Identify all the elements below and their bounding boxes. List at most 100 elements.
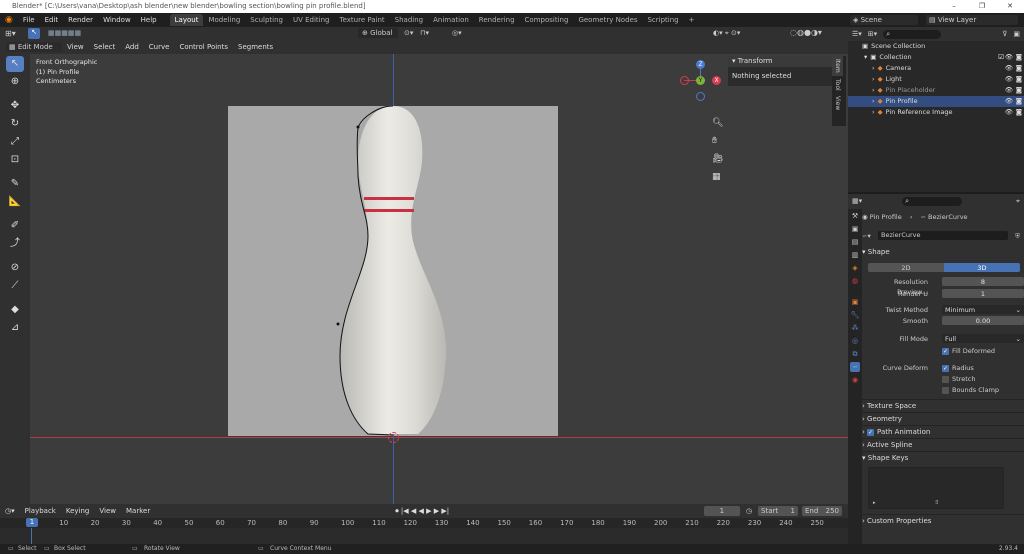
3d-viewport[interactable]: Front Orthographic (1) Pin Profile Centi… xyxy=(30,54,848,504)
playhead[interactable]: 1 xyxy=(26,518,38,527)
stretch-checkbox[interactable] xyxy=(942,375,949,383)
particles-tab-icon[interactable]: ⁂ xyxy=(850,323,860,333)
grid-icon[interactable]: ▦ xyxy=(712,172,724,184)
modifier-tab-icon[interactable]: 🔧︎ xyxy=(850,310,860,320)
eye-icon[interactable]: 👁︎ xyxy=(1005,85,1013,96)
view-layer-selector[interactable]: ▤ View Layer xyxy=(926,15,1018,25)
pan-hand-icon[interactable]: ✋︎ xyxy=(712,136,724,148)
annotate-tool-icon[interactable]: ✎ xyxy=(6,176,24,192)
eye-icon[interactable]: 👁︎ xyxy=(1005,63,1013,74)
extrude-tool-icon[interactable]: ⤴ xyxy=(6,236,24,252)
gizmo-neg-z[interactable] xyxy=(696,92,705,101)
camera-render-icon[interactable]: ◙ xyxy=(1016,85,1022,96)
shading-mode-icons[interactable]: ◌◍●◑▾ xyxy=(790,28,822,37)
measure-tool-icon[interactable]: 📐 xyxy=(6,194,24,210)
timeline-track[interactable] xyxy=(0,528,848,544)
radius-checkbox[interactable]: ✓ xyxy=(942,364,949,372)
gizmo-neg-x[interactable] xyxy=(680,76,689,85)
camera-view-icon[interactable]: 🎥︎ xyxy=(712,154,724,166)
view-layer-tab-icon[interactable]: ▥ xyxy=(850,250,860,260)
tab-sculpting[interactable]: Sculpting xyxy=(245,14,288,26)
eye-icon[interactable]: 👁︎ xyxy=(1005,96,1013,107)
fill-deformed-row[interactable]: ✓ Fill Deformed xyxy=(862,346,1024,356)
minimize-button[interactable]: – xyxy=(940,0,968,13)
camera-render-icon[interactable]: ◙ xyxy=(1016,74,1022,85)
datablock-icon[interactable]: ∽▾ xyxy=(862,232,871,240)
timeline-editor-icon[interactable]: ◷▾ xyxy=(0,504,20,518)
menu-help[interactable]: Help xyxy=(136,13,162,27)
eye-icon[interactable]: 👁︎ xyxy=(1005,52,1013,63)
select-mode-icons[interactable]: ▦▦▦▦▦ xyxy=(48,29,81,37)
checkbox-icon[interactable]: ☑ xyxy=(998,52,1004,63)
filter-icon[interactable]: ⊽ xyxy=(1002,30,1007,38)
start-frame-field[interactable]: Start 1 xyxy=(758,506,798,516)
physics-tab-icon[interactable]: ◎ xyxy=(850,336,860,346)
tab-rendering[interactable]: Rendering xyxy=(474,14,520,26)
tab-geometry-nodes[interactable]: Geometry Nodes xyxy=(573,14,642,26)
timeline-menu-view[interactable]: View xyxy=(94,504,121,518)
camera-render-icon[interactable]: ◙ xyxy=(1016,52,1022,63)
proportional-edit-icon[interactable]: ◎▾ xyxy=(452,29,462,37)
vp-menu-add[interactable]: Add xyxy=(120,40,144,54)
chevron-down-icon[interactable]: ▾ xyxy=(864,52,867,63)
outliner-item[interactable]: › ◆ Pin Placeholder 👁︎ ◙ xyxy=(848,85,1024,96)
props-search-field[interactable]: ⌕ xyxy=(902,196,963,206)
shape-keys-list[interactable]: ▸ ⠿ xyxy=(868,467,1004,509)
outliner-search-field[interactable]: ⌕ xyxy=(883,29,942,39)
list-resize-icon[interactable]: ▸ xyxy=(873,500,876,506)
zoom-icon[interactable]: 🔍︎ xyxy=(712,118,724,130)
outliner-editor-icon[interactable]: ☰▾ xyxy=(852,30,862,38)
new-collection-icon[interactable]: ▣ xyxy=(1013,30,1020,38)
viewport-options-icons[interactable]: ◐▾ ⌖ ⊙▾ xyxy=(713,29,740,38)
tool-tab-icon[interactable]: ⚒ xyxy=(850,211,860,221)
tab-layout[interactable]: Layout xyxy=(169,14,204,26)
outliner-item[interactable]: › ◆ Light 👁︎ ◙ xyxy=(848,74,1024,85)
orientation-dropdown[interactable]: ⊕ Global xyxy=(358,28,398,38)
cursor-tool-icon[interactable]: ⊕ xyxy=(6,74,24,90)
move-tool-icon[interactable]: ✥ xyxy=(6,98,24,114)
fill-deformed-checkbox[interactable]: ✓ xyxy=(942,347,949,355)
chevron-right-icon[interactable]: › xyxy=(872,85,875,96)
tab-scripting[interactable]: Scripting xyxy=(642,14,683,26)
menu-file[interactable]: File xyxy=(18,13,40,27)
editor-type-button[interactable]: ⊞▾ xyxy=(5,29,16,38)
display-mode-icon[interactable]: ⊞▾ xyxy=(868,30,877,38)
curve-data-tab-icon[interactable]: ∽ xyxy=(850,362,860,372)
timeline-menu-keying[interactable]: Keying xyxy=(61,504,95,518)
vp-menu-control-points[interactable]: Control Points xyxy=(174,40,233,54)
active-spline-panel[interactable]: › Active Spline xyxy=(862,438,1024,450)
custom-properties-panel[interactable]: › Custom Properties xyxy=(862,514,1024,526)
output-tab-icon[interactable]: ▤ xyxy=(850,237,860,247)
vp-menu-curve[interactable]: Curve xyxy=(144,40,175,54)
chevron-right-icon[interactable]: › xyxy=(872,74,875,85)
playback-controls[interactable]: ⏺ |◀ ◀ ◀ ▶ ▶ ▶| xyxy=(395,507,449,516)
vp-menu-segments[interactable]: Segments xyxy=(233,40,278,54)
camera-render-icon[interactable]: ◙ xyxy=(1016,96,1022,107)
outliner-item[interactable]: › ◆ Pin Profile 👁︎ ◙ xyxy=(848,96,1024,107)
randomize-tool-icon[interactable]: ◆ xyxy=(6,302,24,318)
rotate-tool-icon[interactable]: ↻ xyxy=(6,116,24,132)
chevron-right-icon[interactable]: › xyxy=(872,63,875,74)
chevron-right-icon[interactable]: › xyxy=(872,107,875,118)
tab-uv-editing[interactable]: UV Editing xyxy=(288,14,335,26)
tab-tool[interactable]: Tool xyxy=(832,76,843,94)
end-frame-field[interactable]: End 250 xyxy=(802,506,842,516)
tilt-tool-icon[interactable]: ⟋ xyxy=(6,278,24,294)
radius-tool-icon[interactable]: ⊘ xyxy=(6,260,24,276)
blender-logo-icon[interactable]: ◉ xyxy=(0,13,18,27)
material-tab-icon[interactable]: ◉ xyxy=(850,375,860,385)
render-tab-icon[interactable]: ▣ xyxy=(850,224,860,234)
scale-tool-icon[interactable]: ⤢ xyxy=(6,134,24,150)
dim-3d-button[interactable]: 3D xyxy=(944,263,1020,272)
gizmo-z[interactable]: Z xyxy=(696,60,705,69)
smooth-field[interactable]: 0.00 xyxy=(942,316,1024,325)
gizmo-y[interactable]: Y xyxy=(696,76,705,85)
tab-animation[interactable]: Animation xyxy=(428,14,474,26)
mode-dropdown[interactable]: ▦ Edit Mode xyxy=(6,42,62,52)
twist-method-dropdown[interactable]: Minimum ⌄ xyxy=(942,305,1024,314)
clock-icon[interactable]: ◷ xyxy=(746,507,752,515)
snap-icon[interactable]: ⊓▾ xyxy=(420,29,429,37)
tab-view[interactable]: View xyxy=(832,93,843,113)
navigation-gizmo[interactable]: Z Y X xyxy=(678,58,724,104)
vp-menu-select[interactable]: Select xyxy=(89,40,121,54)
